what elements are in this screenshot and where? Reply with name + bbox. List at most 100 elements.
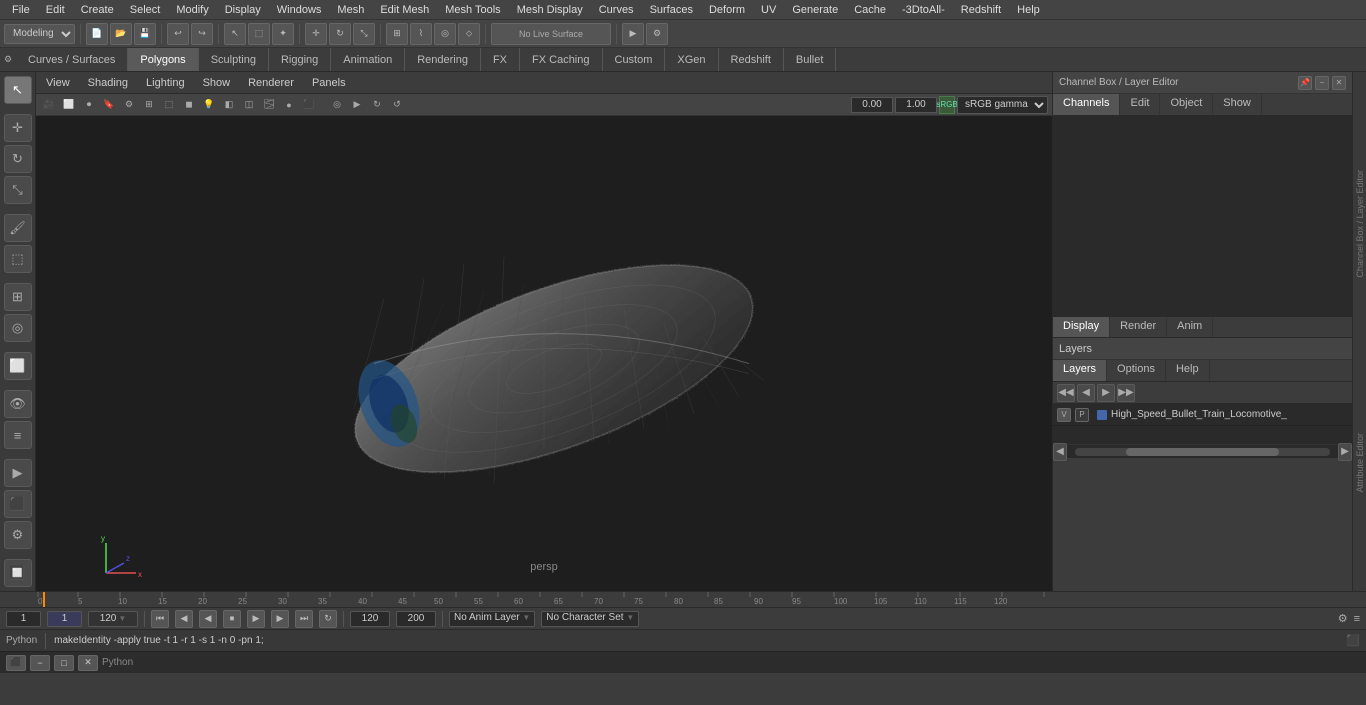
menu-mesh-display[interactable]: Mesh Display bbox=[509, 2, 591, 18]
rotate-mode-btn[interactable]: ↻ bbox=[4, 145, 32, 173]
viewport-menu-renderer[interactable]: Renderer bbox=[244, 75, 298, 91]
vp-anim-btn[interactable]: ▶ bbox=[348, 96, 366, 114]
playback-end-input[interactable] bbox=[350, 611, 390, 627]
menu-display[interactable]: Display bbox=[217, 2, 269, 18]
scroll-left-btn[interactable]: ◀ bbox=[1053, 443, 1067, 461]
ch-tab-channels[interactable]: Channels bbox=[1053, 94, 1120, 115]
menu-3dtoall[interactable]: -3DtoAll- bbox=[894, 2, 953, 18]
goto-start-btn[interactable]: ⏮ bbox=[151, 610, 169, 628]
menu-edit[interactable]: Edit bbox=[38, 2, 73, 18]
frame-start-input[interactable] bbox=[6, 611, 41, 627]
menu-uv[interactable]: UV bbox=[753, 2, 784, 18]
layer-visibility-btn[interactable]: V bbox=[1057, 408, 1071, 422]
layer-row[interactable]: V P High_Speed_Bullet_Train_Locomotive_ bbox=[1053, 404, 1352, 426]
footer-minimize-btn[interactable]: − bbox=[30, 655, 50, 671]
menu-curves[interactable]: Curves bbox=[591, 2, 642, 18]
menu-deform[interactable]: Deform bbox=[701, 2, 753, 18]
vp-smooth-btn[interactable]: ◼ bbox=[180, 96, 198, 114]
vp-bookmark-btn[interactable]: 🔖 bbox=[100, 96, 118, 114]
display-tab-anim[interactable]: Anim bbox=[1167, 317, 1213, 337]
menu-select[interactable]: Select bbox=[122, 2, 169, 18]
goto-end-btn[interactable]: ⏭ bbox=[295, 610, 313, 628]
vp-loop-btn[interactable]: ↻ bbox=[368, 96, 386, 114]
layer-playback-btn[interactable]: P bbox=[1075, 408, 1089, 422]
ch-tab-edit[interactable]: Edit bbox=[1120, 94, 1160, 115]
viewport-menu-view[interactable]: View bbox=[42, 75, 74, 91]
tab-fx[interactable]: FX bbox=[481, 48, 520, 71]
vp-gate-btn[interactable]: ⬜ bbox=[60, 96, 78, 114]
vp-camera-btn[interactable]: 🎥 bbox=[40, 96, 58, 114]
viewport-canvas[interactable]: x y z persp bbox=[36, 116, 1052, 591]
live-surface-btn[interactable]: No Live Surface bbox=[491, 23, 611, 45]
menu-mesh-tools[interactable]: Mesh Tools bbox=[437, 2, 508, 18]
cb-minimize-btn[interactable]: − bbox=[1315, 76, 1329, 90]
footer-close-btn[interactable]: ✕ bbox=[78, 655, 98, 671]
layer-next-btn[interactable]: ▶ bbox=[1097, 384, 1115, 402]
select-tool-btn[interactable]: ↖ bbox=[224, 23, 246, 45]
frame-current-input[interactable] bbox=[47, 611, 82, 627]
tab-redshift[interactable]: Redshift bbox=[719, 48, 784, 71]
vp-xray-btn[interactable]: ◫ bbox=[240, 96, 258, 114]
play-fwd-btn[interactable]: ▶ bbox=[247, 610, 265, 628]
render-settings-btn[interactable]: ⚙ bbox=[646, 23, 668, 45]
cb-pin-btn[interactable]: 📌 bbox=[1298, 76, 1312, 90]
scale-mode-btn[interactable]: ⤡ bbox=[4, 176, 32, 204]
render-region-btn[interactable]: ▶ bbox=[4, 459, 32, 487]
side-tab-attribute-editor[interactable]: Attribute Editor bbox=[1355, 433, 1365, 493]
menu-cache[interactable]: Cache bbox=[846, 2, 894, 18]
vp-hud-btn[interactable]: ⬛ bbox=[300, 96, 318, 114]
tab-rigging[interactable]: Rigging bbox=[269, 48, 331, 71]
char-set-dropdown[interactable]: No Character Set ▼ bbox=[541, 611, 639, 627]
save-scene-btn[interactable]: 💾 bbox=[134, 23, 156, 45]
snap-point-lt-btn[interactable]: ◎ bbox=[4, 314, 32, 342]
step-fwd-btn[interactable]: ▶ bbox=[271, 610, 289, 628]
layers-scrollbar[interactable]: ◀ ▶ bbox=[1053, 444, 1352, 458]
range-slider-icon[interactable]: ≡ bbox=[1354, 613, 1360, 625]
vp-iso-btn[interactable]: ◎ bbox=[328, 96, 346, 114]
vp-ao-btn[interactable]: ● bbox=[280, 96, 298, 114]
display-layers-btn[interactable]: ≡ bbox=[4, 421, 32, 449]
anim-layer-dropdown[interactable]: No Anim Layer ▼ bbox=[449, 611, 535, 627]
vp-loop2-btn[interactable]: ↺ bbox=[388, 96, 406, 114]
viewport-val2[interactable] bbox=[895, 97, 937, 113]
viewport-menu-shading[interactable]: Shading bbox=[84, 75, 132, 91]
redo-btn[interactable]: ↪ bbox=[191, 23, 213, 45]
menu-generate[interactable]: Generate bbox=[784, 2, 846, 18]
menu-mesh[interactable]: Mesh bbox=[329, 2, 372, 18]
axis-orient-btn[interactable]: 🔲 bbox=[4, 559, 32, 587]
layer-prev-btn[interactable]: ◀◀ bbox=[1057, 384, 1075, 402]
tab-settings-icon[interactable]: ⚙ bbox=[0, 52, 16, 68]
anim-preferences-icon[interactable]: ⚙ bbox=[1338, 612, 1348, 625]
scroll-right-btn[interactable]: ▶ bbox=[1338, 443, 1352, 461]
render-btn[interactable]: ▶ bbox=[622, 23, 644, 45]
ch-tab-show[interactable]: Show bbox=[1213, 94, 1262, 115]
viewport-val1[interactable] bbox=[851, 97, 893, 113]
menu-surfaces[interactable]: Surfaces bbox=[642, 2, 701, 18]
undo-btn[interactable]: ↩ bbox=[167, 23, 189, 45]
loop-btn[interactable]: ↻ bbox=[319, 610, 337, 628]
move-mode-btn[interactable]: ✛ bbox=[4, 114, 32, 142]
viewport-menu-panels[interactable]: Panels bbox=[308, 75, 350, 91]
menu-windows[interactable]: Windows bbox=[269, 2, 330, 18]
select-mode-btn[interactable]: ↖ bbox=[4, 76, 32, 104]
tab-polygons[interactable]: Polygons bbox=[128, 48, 198, 71]
vp-attr-btn[interactable]: ⚙ bbox=[120, 96, 138, 114]
channel-box-content[interactable] bbox=[1053, 116, 1352, 316]
tab-curves-surfaces[interactable]: Curves / Surfaces bbox=[16, 48, 128, 71]
script-editor-icon[interactable]: ⬛ bbox=[1346, 634, 1360, 647]
footer-maximize-btn[interactable]: □ bbox=[54, 655, 74, 671]
channel-box-lt-btn[interactable]: ⬛ bbox=[4, 490, 32, 518]
snap-grid-btn[interactable]: ⊞ bbox=[386, 23, 408, 45]
side-tab-channel-box[interactable]: Channel Box / Layer Editor bbox=[1355, 170, 1365, 278]
vp-light-btn[interactable]: 💡 bbox=[200, 96, 218, 114]
paint-tool-btn[interactable]: ✦ bbox=[272, 23, 294, 45]
viewport-menu-lighting[interactable]: Lighting bbox=[142, 75, 189, 91]
snap-point-btn[interactable]: ◎ bbox=[434, 23, 456, 45]
play-back-btn[interactable]: ◀ bbox=[199, 610, 217, 628]
menu-edit-mesh[interactable]: Edit Mesh bbox=[372, 2, 437, 18]
total-frames-input[interactable] bbox=[396, 611, 436, 627]
tab-fx-caching[interactable]: FX Caching bbox=[520, 48, 602, 71]
display-tab-display[interactable]: Display bbox=[1053, 317, 1110, 337]
stop-btn[interactable]: ⏹ bbox=[223, 610, 241, 628]
snap-grid-lt-btn[interactable]: ⊞ bbox=[4, 283, 32, 311]
